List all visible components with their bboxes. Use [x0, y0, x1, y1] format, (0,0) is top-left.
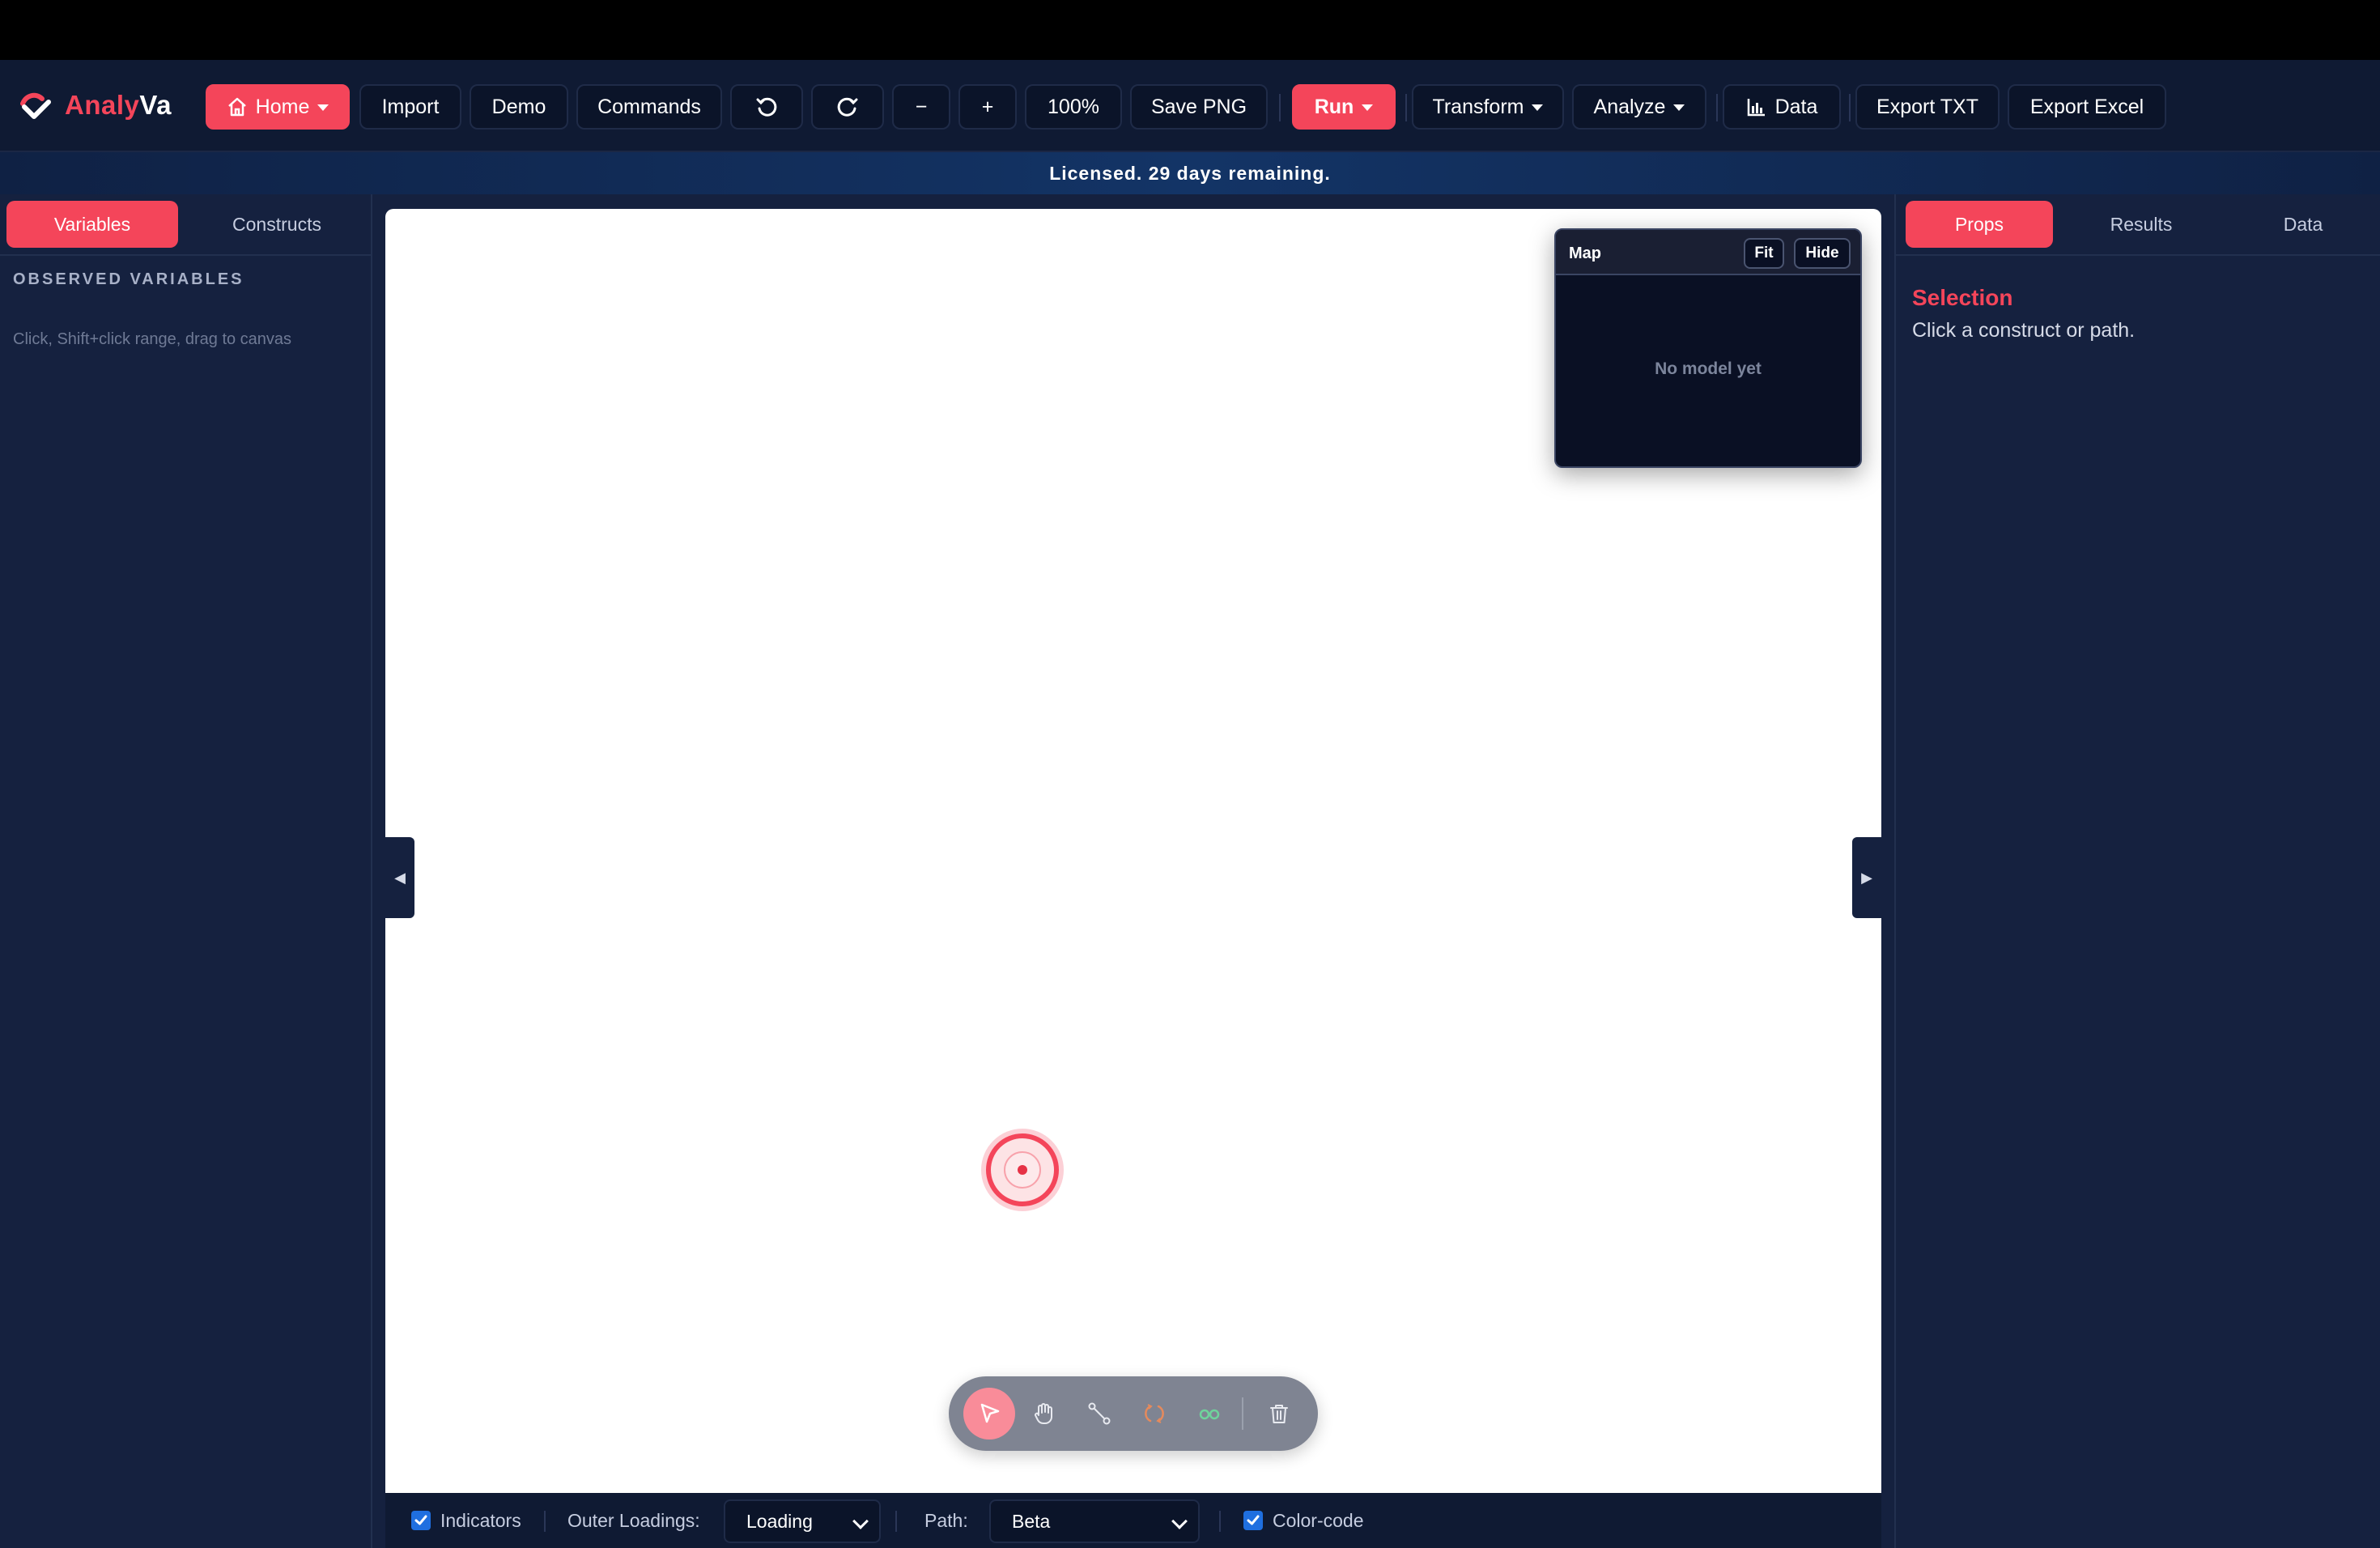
select-arrow-icon: [980, 1403, 1000, 1423]
window-top-bar: [0, 0, 2380, 60]
path-select[interactable]: Beta: [989, 1499, 1200, 1543]
undo-button[interactable]: [730, 84, 803, 130]
chevron-down-icon: [1673, 104, 1685, 111]
link-tool-button[interactable]: [1184, 1388, 1235, 1440]
collapse-left-panel-button[interactable]: ◀: [385, 837, 414, 918]
undo-icon: [756, 97, 777, 117]
observed-variables-title: OBSERVED VARIABLES: [13, 270, 244, 288]
delete-tool-button[interactable]: [1253, 1388, 1305, 1440]
redo-button[interactable]: [811, 84, 884, 130]
brand-name-part1: Analy: [65, 90, 140, 120]
zoom-in-button[interactable]: +: [958, 84, 1017, 130]
outer-loadings-select[interactable]: Loading: [724, 1499, 881, 1543]
toolbar-divider: [1405, 94, 1407, 121]
transform-button[interactable]: Transform: [1412, 84, 1564, 130]
right-panel: Props Results Data Selection Click a con…: [1894, 194, 2380, 1548]
chevron-down-icon: [1362, 104, 1374, 111]
analyze-label: Analyze: [1593, 95, 1666, 118]
minimap-title: Map: [1569, 245, 1601, 262]
outer-loadings-label: Outer Loadings:: [567, 1509, 700, 1531]
minimap-hide-button[interactable]: Hide: [1794, 238, 1851, 269]
home-button[interactable]: Home: [206, 84, 350, 130]
selection-title: Selection: [1912, 285, 2013, 310]
commands-button[interactable]: Commands: [576, 84, 722, 130]
click-indicator-dot: [1018, 1165, 1027, 1175]
data-label: Data: [1774, 95, 1818, 118]
chevron-down-icon: [1532, 104, 1544, 111]
right-panel-tabs: Props Results Data: [1896, 194, 2380, 256]
main-toolbar: AnalyVa Home Import Demo Commands − + 10…: [0, 60, 2380, 152]
redo-icon: [837, 97, 858, 117]
analyze-button[interactable]: Analyze: [1572, 84, 1706, 130]
toolbar-divider: [1279, 94, 1281, 121]
color-code-toggle[interactable]: Color-code: [1243, 1493, 1364, 1548]
brand-name-part2: Va: [139, 90, 172, 120]
bottom-bar-divider: [1219, 1511, 1221, 1532]
tab-variables[interactable]: Variables: [6, 201, 178, 248]
path-tool-button[interactable]: [1073, 1388, 1125, 1440]
color-code-label: Color-code: [1273, 1509, 1364, 1531]
minimap-fit-button[interactable]: Fit: [1744, 238, 1784, 269]
license-banner: Licensed. 29 days remaining.: [0, 152, 2380, 194]
covariance-icon: [1145, 1404, 1164, 1423]
tab-data[interactable]: Data: [2229, 201, 2377, 248]
click-indicator: [986, 1133, 1059, 1206]
trash-icon: [1270, 1405, 1288, 1423]
variables-hint: Click, Shift+click range, drag to canvas: [13, 330, 292, 348]
home-icon: [227, 97, 246, 117]
check-icon: [1247, 1515, 1260, 1525]
canvas-tool-palette: [949, 1376, 1318, 1451]
left-panel-tabs: Variables Constructs: [0, 194, 371, 256]
tool-palette-divider: [1242, 1397, 1243, 1430]
zoom-out-button[interactable]: −: [892, 84, 950, 130]
color-code-checkbox[interactable]: [1243, 1511, 1263, 1530]
run-button[interactable]: Run: [1292, 84, 1396, 130]
import-button[interactable]: Import: [359, 84, 461, 130]
minimap-empty-text: No model yet: [1655, 359, 1762, 378]
selection-hint: Click a construct or path.: [1912, 319, 2136, 342]
indicators-label: Indicators: [440, 1509, 521, 1531]
save-png-button[interactable]: Save PNG: [1130, 84, 1268, 130]
chevron-down-icon: [852, 1513, 869, 1529]
chevron-down-icon: [1171, 1513, 1188, 1529]
export-txt-button[interactable]: Export TXT: [1855, 84, 2000, 130]
outer-loadings-value: Loading: [746, 1510, 813, 1532]
bottom-bar-divider: [544, 1511, 546, 1532]
run-label: Run: [1314, 95, 1354, 118]
tab-constructs[interactable]: Constructs: [191, 201, 363, 248]
export-excel-button[interactable]: Export Excel: [2008, 84, 2166, 130]
link-icon: [1199, 1409, 1220, 1420]
minimap-panel: Map Fit Hide No model yet: [1554, 228, 1862, 468]
tab-results[interactable]: Results: [2068, 201, 2215, 248]
toolbar-divider: [1716, 94, 1718, 121]
zoom-level-button[interactable]: 100%: [1025, 84, 1122, 130]
chevron-down-icon: [317, 104, 329, 111]
select-tool-button[interactable]: [963, 1388, 1015, 1440]
left-panel: Variables Constructs OBSERVED VARIABLES …: [0, 194, 372, 1548]
indicators-toggle[interactable]: Indicators: [411, 1493, 521, 1548]
transform-label: Transform: [1432, 95, 1524, 118]
data-button[interactable]: Data: [1723, 84, 1841, 130]
covariance-tool-button[interactable]: [1128, 1388, 1180, 1440]
check-icon: [414, 1515, 427, 1525]
pan-tool-button[interactable]: [1018, 1388, 1070, 1440]
demo-button[interactable]: Demo: [470, 84, 568, 130]
pan-hand-icon: [1035, 1403, 1052, 1425]
analyva-logo-icon: [20, 92, 51, 119]
path-value: Beta: [1012, 1510, 1051, 1532]
canvas-bottom-bar: Indicators Outer Loadings: Loading Path:…: [385, 1493, 1881, 1548]
indicators-checkbox[interactable]: [411, 1511, 431, 1530]
bottom-bar-divider: [895, 1511, 897, 1532]
home-label: Home: [255, 95, 310, 118]
minimap-header: Map Fit Hide: [1556, 230, 1860, 275]
brand-logo[interactable]: AnalyVa: [18, 87, 172, 123]
path-label: Path:: [924, 1509, 968, 1531]
bar-chart-icon: [1747, 99, 1765, 117]
collapse-right-panel-button[interactable]: ▶: [1852, 837, 1881, 918]
path-icon: [1088, 1402, 1111, 1425]
tab-props[interactable]: Props: [1906, 201, 2053, 248]
toolbar-divider: [1849, 94, 1851, 121]
